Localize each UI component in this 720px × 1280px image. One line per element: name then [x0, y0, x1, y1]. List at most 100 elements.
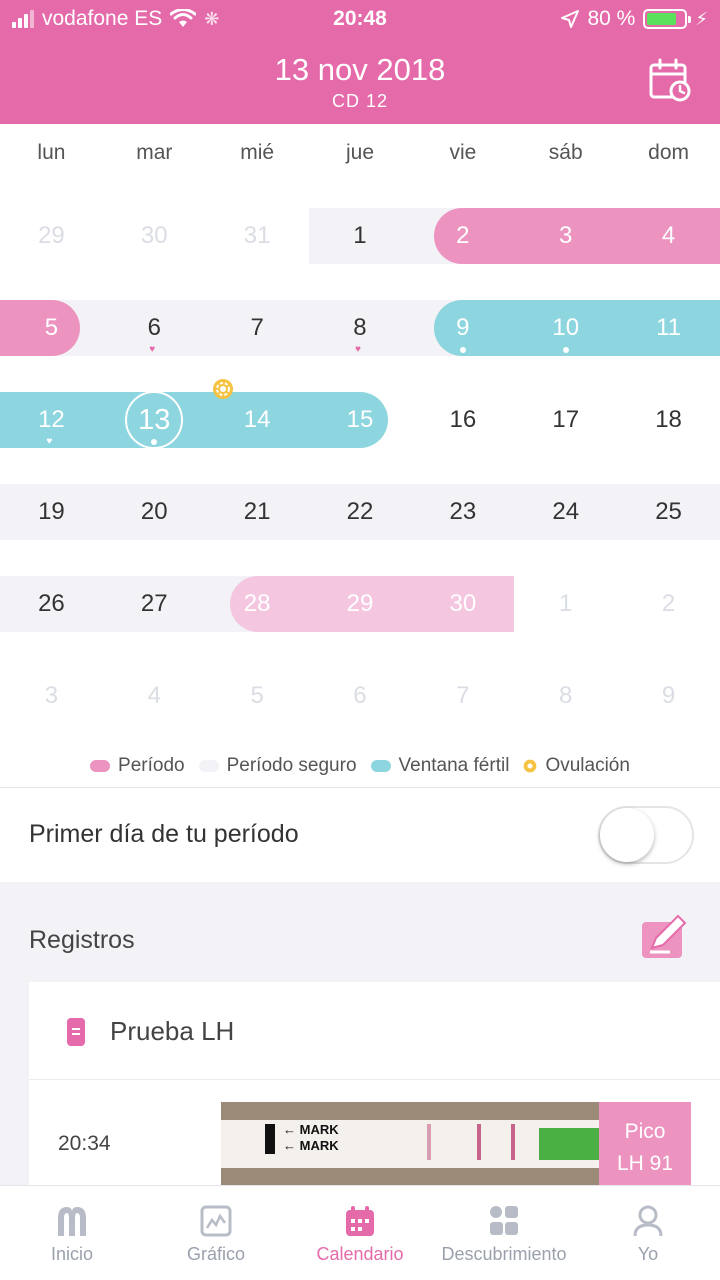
strip-mark-text: ← MARK — [283, 1138, 339, 1153]
legend-item-safe: Período seguro — [198, 755, 357, 777]
calendar-day[interactable]: 6 — [309, 668, 412, 724]
nav-label: Calendario — [316, 1244, 404, 1264]
calendar-day[interactable]: 8 — [514, 668, 617, 724]
day-number: 6 — [147, 314, 161, 341]
calendar-day[interactable]: 5 — [0, 300, 103, 356]
calendar-day[interactable]: 12 ♥ — [0, 392, 103, 448]
nav-label: Inicio — [50, 1244, 94, 1264]
calendar-day[interactable]: 14 — [206, 379, 309, 448]
legend-item-ovulation: Ovulación — [523, 755, 630, 777]
person-icon — [633, 1205, 663, 1237]
calendar-day[interactable]: 6 ♥ — [103, 300, 206, 356]
weekday-header: lun mar mié jue vie sáb dom — [0, 124, 720, 182]
calendar-day[interactable]: 23 — [411, 484, 514, 540]
test-line — [477, 1124, 481, 1160]
cycle-day-label: CD 12 — [331, 91, 389, 111]
nav-tab-descubrimiento[interactable]: Descubrimiento — [432, 1186, 576, 1280]
calendar-day[interactable]: 5 — [206, 668, 309, 724]
legend-item-fertile: Ventana fértil — [370, 755, 509, 777]
first-day-toggle[interactable] — [598, 806, 694, 864]
calendar-day[interactable]: 18 — [617, 392, 720, 448]
calendar-day[interactable]: 20 — [103, 484, 206, 540]
calendar-day[interactable]: 22 — [309, 484, 412, 540]
page-title: 13 nov 2018 — [274, 52, 446, 87]
calendar-day-today[interactable]: 13 — [103, 391, 206, 449]
calendar-day[interactable]: 25 — [617, 484, 720, 540]
calendar-day[interactable]: 7 — [206, 300, 309, 356]
safe-period-swatch — [198, 760, 219, 772]
weekday-label: sáb — [548, 141, 583, 164]
battery-percent: 80 % — [587, 7, 636, 30]
record-time: 20:34 — [58, 1132, 111, 1155]
nav-label: Descubrimiento — [441, 1244, 567, 1264]
calendar-day[interactable]: 1 — [514, 576, 617, 632]
bottom-nav: Inicio Gráfico Calendario Descubrimiento — [0, 1185, 720, 1280]
calendar-day[interactable]: 9 — [411, 300, 514, 356]
calendar-icon — [346, 1206, 374, 1236]
calendar-week: 29 30 31 1 2 3 4 — [0, 182, 720, 274]
day-number: 8 — [353, 314, 367, 341]
calendar-day[interactable]: 2 — [617, 576, 720, 632]
record-dot-icon — [459, 347, 466, 353]
calendar-day[interactable]: 10 — [514, 300, 617, 356]
calendar-day[interactable]: 3 — [0, 668, 103, 724]
nav-label: Yo — [637, 1244, 659, 1264]
calendar-day[interactable]: 4 — [103, 668, 206, 724]
calendar-day[interactable]: 16 — [411, 392, 514, 448]
calendar-day[interactable]: 30 — [103, 208, 206, 264]
calendar-day[interactable]: 11 — [617, 300, 720, 356]
nav-tab-inicio[interactable]: Inicio — [0, 1186, 144, 1280]
calendar-day[interactable]: 17 — [514, 392, 617, 448]
legend-label: Período — [118, 755, 185, 776]
calendar-day[interactable]: 31 — [206, 208, 309, 264]
weekday-label: vie — [449, 141, 477, 164]
weekday-label: jue — [345, 141, 375, 164]
calendar-day[interactable]: 29 — [309, 576, 412, 632]
calendar-day[interactable]: 26 — [0, 576, 103, 632]
record-dot-icon — [562, 347, 569, 353]
lh-test-card[interactable]: Prueba LH 20:34 ← MARK ← MARK Pico LH 91 — [29, 982, 720, 1202]
calendar-day[interactable]: 2 — [411, 208, 514, 264]
day-number: 14 — [243, 406, 271, 433]
status-bar: vodafone ES ❋ 20:48 80 % ⚡ — [0, 0, 720, 40]
charging-bolt-icon: ⚡ — [695, 8, 708, 29]
calendar-day[interactable]: 3 — [514, 208, 617, 264]
strip-mark-text: ← MARK — [283, 1122, 339, 1137]
edit-records-icon[interactable] — [640, 912, 690, 960]
strip-mark-block — [265, 1124, 275, 1154]
calendar-day[interactable]: 28 — [206, 576, 309, 632]
ovulation-icon — [212, 379, 233, 399]
calendar-day[interactable]: 19 — [0, 484, 103, 540]
calendar-week: 26 27 28 29 30 1 2 — [0, 550, 720, 642]
toggle-knob — [600, 808, 654, 862]
calendar-day[interactable]: 4 — [617, 208, 720, 264]
calendar-day[interactable]: 27 — [103, 576, 206, 632]
calendar-week: 12 ♥ 13 14 15 16 17 18 — [0, 366, 720, 458]
location-arrow-icon — [561, 10, 580, 28]
calendar-day[interactable]: 21 — [206, 484, 309, 540]
calendar-week: 5 6 ♥ 7 8 ♥ 9 10 11 — [0, 274, 720, 366]
calendar-day[interactable]: 29 — [0, 208, 103, 264]
weekday-label: mié — [240, 141, 275, 164]
strip-handle — [539, 1128, 599, 1160]
calendar-day[interactable]: 9 — [617, 668, 720, 724]
calendar-day[interactable]: 30 — [411, 576, 514, 632]
nav-tab-grafico[interactable]: Gráfico — [144, 1186, 288, 1280]
fertile-window-swatch — [370, 760, 391, 772]
control-line — [427, 1124, 431, 1160]
day-number: 9 — [456, 314, 470, 341]
nav-label: Gráfico — [186, 1244, 246, 1264]
calendar-clock-icon[interactable] — [648, 58, 692, 102]
ovulation-icon — [524, 759, 537, 773]
calendar-day[interactable]: 24 — [514, 484, 617, 540]
calendar-day[interactable]: 1 — [309, 208, 412, 264]
nav-tab-calendario[interactable]: Calendario — [288, 1186, 432, 1280]
calendar-day[interactable]: 8 ♥ — [309, 300, 412, 356]
calendar-day[interactable]: 15 — [309, 392, 412, 448]
test-line — [511, 1124, 515, 1160]
calendar-week: 19 20 21 22 23 24 25 — [0, 458, 720, 550]
calendar-day[interactable]: 7 — [411, 668, 514, 724]
day-number: 12 — [38, 406, 65, 433]
result-line: Pico — [624, 1120, 666, 1143]
nav-tab-yo[interactable]: Yo — [576, 1186, 720, 1280]
